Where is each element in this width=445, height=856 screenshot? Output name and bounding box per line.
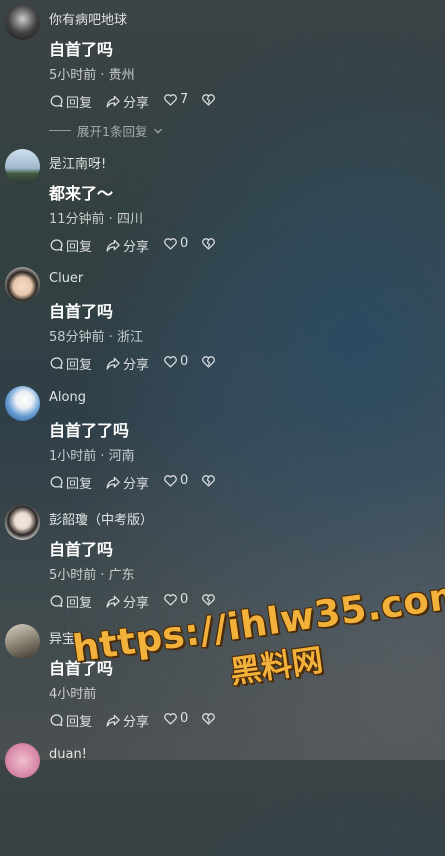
share-label: 分享	[123, 715, 150, 730]
reply-button[interactable]: 回复	[49, 236, 92, 255]
broken-heart-icon	[202, 94, 215, 106]
share-arrow-icon	[106, 714, 120, 727]
like-count: 7	[180, 92, 189, 107]
comment-bubble-icon	[50, 476, 63, 489]
dislike-button[interactable]	[201, 592, 216, 607]
dislike-button[interactable]	[201, 92, 216, 107]
user-avatar[interactable]	[5, 149, 40, 184]
broken-heart-icon	[202, 594, 215, 606]
comment-item: 你有病吧地球 自首了吗 5小时前 · 贵州 回复 分享 7 展开1条回复	[0, 0, 445, 139]
reply-button[interactable]: 回复	[49, 92, 92, 111]
share-button[interactable]: 分享	[105, 92, 149, 111]
comment-username[interactable]: Along	[49, 390, 86, 405]
comment-item: Cluer 自首了吗 58分钟前 · 浙江 回复 分享 0	[0, 262, 445, 380]
share-button[interactable]: 分享	[105, 711, 149, 730]
reply-label: 回复	[66, 477, 93, 492]
like-button[interactable]: 0	[163, 592, 188, 607]
chevron-down-icon	[154, 128, 163, 134]
like-count: 0	[180, 473, 189, 488]
user-avatar[interactable]	[5, 386, 40, 421]
broken-heart-icon	[202, 475, 215, 487]
like-button[interactable]: 0	[163, 473, 188, 488]
user-avatar[interactable]	[5, 743, 40, 778]
divider-line	[49, 130, 71, 131]
comment-item: Along 自首了了吗 1小时前 · 河南 回复 分享 0	[0, 381, 445, 499]
reply-button[interactable]: 回复	[49, 711, 92, 730]
expand-replies-label: 展开1条回复	[77, 124, 148, 139]
comment-bubble-icon	[50, 239, 63, 252]
comment-text: 都来了～	[49, 184, 114, 203]
reply-label: 回复	[66, 358, 93, 373]
comment-bubble-icon	[50, 95, 63, 108]
broken-heart-icon	[202, 713, 215, 725]
like-count: 0	[180, 592, 189, 607]
like-button[interactable]: 0	[163, 236, 188, 251]
reply-button[interactable]: 回复	[49, 354, 92, 373]
reply-label: 回复	[66, 715, 93, 730]
comment-username[interactable]: 彭韶瓊（中考版）	[49, 509, 153, 528]
share-button[interactable]: 分享	[105, 236, 149, 255]
share-button[interactable]: 分享	[105, 592, 149, 611]
heart-icon	[164, 475, 177, 487]
comment-username[interactable]: 你有病吧地球	[49, 9, 127, 28]
like-button[interactable]: 0	[163, 711, 188, 726]
user-avatar[interactable]	[5, 624, 40, 659]
comment-username[interactable]: 是江南呀!	[49, 153, 106, 172]
comment-text: 自首了吗	[49, 540, 114, 559]
share-button[interactable]: 分享	[105, 354, 149, 373]
share-label: 分享	[123, 596, 150, 611]
share-arrow-icon	[106, 95, 120, 108]
share-label: 分享	[123, 240, 150, 255]
broken-heart-icon	[202, 238, 215, 250]
comment-meta: 11分钟前 · 四川	[49, 212, 143, 227]
reply-label: 回复	[66, 240, 93, 255]
heart-icon	[164, 94, 177, 106]
heart-icon	[164, 713, 177, 725]
user-avatar[interactable]	[5, 505, 40, 540]
comment-text: 自首了了吗	[49, 421, 130, 440]
comment-item: 是江南呀! 都来了～ 11分钟前 · 四川 回复 分享 0	[0, 144, 445, 262]
reply-button[interactable]: 回复	[49, 592, 92, 611]
dislike-button[interactable]	[201, 236, 216, 251]
broken-heart-icon	[202, 356, 215, 368]
share-arrow-icon	[106, 595, 120, 608]
user-avatar[interactable]	[5, 267, 40, 302]
comment-item: duan!	[0, 738, 445, 856]
comment-bubble-icon	[50, 357, 63, 370]
share-label: 分享	[123, 358, 150, 373]
expand-replies-link[interactable]: 展开1条回复	[49, 121, 163, 140]
comment-meta: 58分钟前 · 浙江	[49, 330, 143, 345]
share-button[interactable]: 分享	[105, 473, 149, 492]
like-count: 0	[180, 236, 189, 251]
comment-meta: 1小时前 · 河南	[49, 449, 135, 464]
comment-meta: 5小时前 · 广东	[49, 568, 135, 583]
comment-text: 自首了吗	[49, 302, 114, 321]
heart-icon	[164, 594, 177, 606]
share-label: 分享	[123, 96, 150, 111]
dislike-button[interactable]	[201, 473, 216, 488]
share-arrow-icon	[106, 357, 120, 370]
comment-text: 自首了吗	[49, 40, 114, 59]
like-count: 0	[180, 354, 189, 369]
like-button[interactable]: 0	[163, 354, 188, 369]
dislike-button[interactable]	[201, 354, 216, 369]
heart-icon	[164, 356, 177, 368]
reply-button[interactable]: 回复	[49, 473, 92, 492]
dislike-button[interactable]	[201, 711, 216, 726]
comment-bubble-icon	[50, 714, 63, 727]
like-button[interactable]: 7	[163, 92, 188, 107]
comment-username[interactable]: Cluer	[49, 271, 83, 286]
reply-label: 回复	[66, 596, 93, 611]
reply-label: 回复	[66, 96, 93, 111]
comment-meta: 5小时前 · 贵州	[49, 68, 135, 83]
heart-icon	[164, 238, 177, 250]
user-avatar[interactable]	[5, 5, 40, 40]
like-count: 0	[180, 711, 189, 726]
share-arrow-icon	[106, 239, 120, 252]
share-label: 分享	[123, 477, 150, 492]
comment-bubble-icon	[50, 595, 63, 608]
share-arrow-icon	[106, 476, 120, 489]
